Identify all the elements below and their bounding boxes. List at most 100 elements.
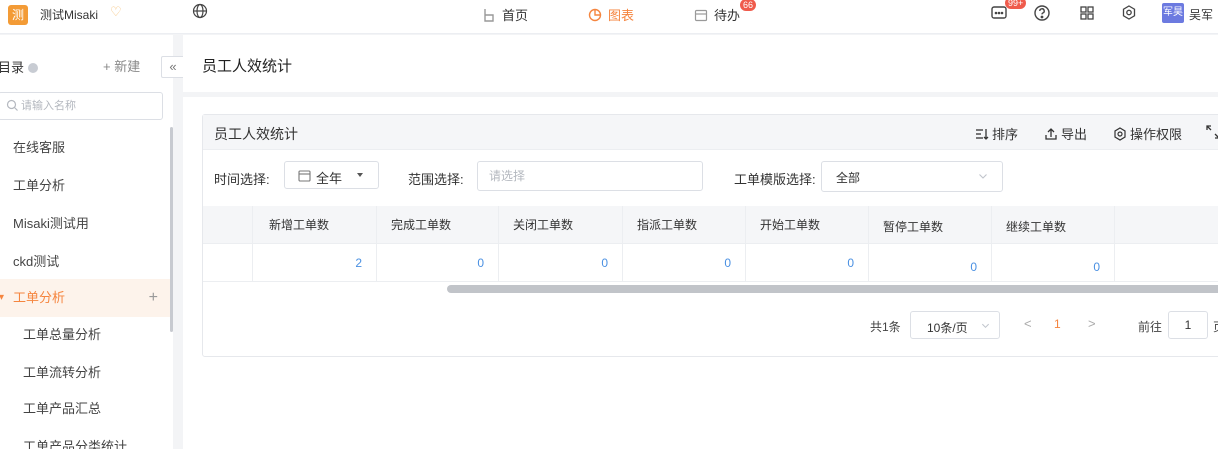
calendar-icon <box>694 9 708 21</box>
scope-select[interactable]: 请选择 <box>477 161 703 191</box>
app-logo[interactable]: 测 <box>8 5 28 25</box>
next-page-button[interactable]: > <box>1088 316 1096 331</box>
user-name[interactable]: 吴军 <box>1189 6 1213 23</box>
table-header-cell <box>203 206 253 244</box>
sidebar-item-label: Misaki测试用 <box>13 216 89 231</box>
time-select-value: 全年 <box>316 171 343 186</box>
sidebar-item-ticket-analysis[interactable]: 工单分析 <box>0 167 170 205</box>
sidebar-item-ticket-flow[interactable]: 工单流转分析 <box>0 354 170 392</box>
panel-title: 员工人效统计 <box>214 126 298 142</box>
template-select[interactable]: 全部 <box>821 161 1003 192</box>
table-horizontal-scrollbar[interactable] <box>447 285 1218 293</box>
plus-icon[interactable]: + <box>149 279 158 317</box>
nav-chart-label: 图表 <box>608 8 635 23</box>
table-cell[interactable]: 0 <box>869 244 992 282</box>
search-icon <box>6 99 18 111</box>
table-header-cell: 关闭工单数 <box>499 206 623 244</box>
sidebar-item-online-service[interactable]: 在线客服 <box>0 129 170 167</box>
table-header-cell: 完成工单数 <box>377 206 499 244</box>
table-cell <box>1115 244 1218 282</box>
time-filter-label: 时间选择: <box>214 172 270 187</box>
sidebar-title: 目录 <box>0 57 39 76</box>
sidebar-item-label: 工单产品汇总 <box>23 401 102 416</box>
sidebar-item-label: ckd测试 <box>13 254 60 269</box>
sidebar-item-label: 工单流转分析 <box>23 365 102 380</box>
page-size-select[interactable]: 10条/页 <box>910 311 1000 339</box>
template-filter-label: 工单模版选择: <box>734 172 816 187</box>
time-select[interactable]: 全年 <box>284 161 379 189</box>
sidebar-item-ticket-analysis-active[interactable]: ▾ 工单分析 + <box>0 279 170 317</box>
export-button[interactable]: 导出 <box>1044 124 1087 143</box>
page-header: 员工人效统计 <box>183 35 1218 92</box>
table-header: 新增工单数 完成工单数 关闭工单数 指派工单数 开始工单数 暂停工单数 继续工单… <box>203 206 1218 244</box>
settings-icon <box>1114 126 1126 141</box>
sidebar-item-label: 工单总量分析 <box>23 327 102 342</box>
goto-label: 前往 <box>1138 320 1163 334</box>
sidebar-item-ticket-product-category[interactable]: 工单产品分类统计 <box>0 428 170 449</box>
page-title: 员工人效统计 <box>202 58 293 75</box>
table-cell[interactable]: 0 <box>992 244 1115 282</box>
export-icon <box>1045 127 1057 140</box>
nav-todo[interactable]: 待办 <box>694 5 740 24</box>
help-dot-icon[interactable] <box>28 63 39 73</box>
table-row[interactable]: 2 0 0 0 0 0 0 <box>203 244 1218 282</box>
collapse-sidebar-button[interactable]: « <box>161 56 185 78</box>
total-count: 共1条 <box>870 320 901 334</box>
goto-page-input[interactable]: 1 <box>1168 311 1208 339</box>
table-header-cell: 暂停工单数 <box>869 206 992 244</box>
table-header-cell <box>1115 206 1218 244</box>
permission-label: 操作权限 <box>1130 127 1183 142</box>
table-cell[interactable]: 2 <box>253 244 377 282</box>
table-header-cell: 新增工单数 <box>253 206 377 244</box>
caret-down-icon: ▾ <box>0 292 5 303</box>
sort-icon <box>976 128 989 140</box>
pagination: 共1条 10条/页 < 1 > 前往 1 页 <box>203 311 1218 339</box>
search-input[interactable] <box>21 97 156 115</box>
home-icon <box>484 8 494 22</box>
chevron-down-icon <box>979 174 987 179</box>
template-select-value: 全部 <box>836 171 861 185</box>
table-cell[interactable]: 0 <box>623 244 746 282</box>
table-cell[interactable]: 0 <box>746 244 869 282</box>
table-cell[interactable]: 0 <box>499 244 623 282</box>
sidebar: 目录 + 新建 « 在线客服 工单分析 Misaki测试用 ckd测试 ▾ 工单… <box>0 35 185 449</box>
sidebar-item-ticket-product-summary[interactable]: 工单产品汇总 <box>0 390 170 428</box>
report-panel: 员工人效统计 排序 导出 操作权限 时间选择: 全年 范围选择: 请选择 工单模… <box>202 114 1218 357</box>
panel-header: 员工人效统计 排序 导出 操作权限 <box>203 115 1218 150</box>
sidebar-title-text: 目录 <box>0 60 25 75</box>
stats-table: 新增工单数 完成工单数 关闭工单数 指派工单数 开始工单数 暂停工单数 继续工单… <box>203 206 1218 282</box>
export-label: 导出 <box>1061 127 1088 142</box>
nav-chart[interactable]: 图表 <box>588 5 634 24</box>
filter-row: 时间选择: 全年 范围选择: 请选择 工单模版选择: 全部 <box>203 158 1218 194</box>
sidebar-item-label: 工单分析 <box>13 290 66 305</box>
sidebar-item-label: 工单产品分类统计 <box>23 439 128 449</box>
sort-button[interactable]: 排序 <box>975 124 1018 143</box>
goto-suffix: 页 <box>1213 318 1218 335</box>
top-bar: 测 测试Misaki ♡ 首页 图表 待办 66 99+ 军昊 吴军 <box>0 0 1218 34</box>
new-button[interactable]: + 新建 <box>103 56 140 75</box>
page-size-value: 10条/页 <box>927 321 968 335</box>
app-name[interactable]: 测试Misaki <box>40 6 98 23</box>
sidebar-item-ticket-total[interactable]: 工单总量分析 <box>0 316 170 354</box>
table-cell[interactable]: 0 <box>377 244 499 282</box>
sidebar-item-ckd-test[interactable]: ckd测试 <box>0 243 170 281</box>
fullscreen-icon[interactable] <box>1206 125 1218 139</box>
sidebar-scrollbar[interactable] <box>170 127 173 332</box>
current-page[interactable]: 1 <box>1054 317 1061 331</box>
pie-chart-icon <box>588 8 602 21</box>
help-icon[interactable] <box>1033 4 1051 22</box>
diamond-icon: ♡ <box>110 4 122 19</box>
gear-icon[interactable] <box>1120 4 1138 22</box>
table-cell <box>203 244 253 282</box>
avatar[interactable]: 军昊 <box>1162 3 1184 23</box>
table-header-cell: 开始工单数 <box>746 206 869 244</box>
sidebar-item-misaki-test[interactable]: Misaki测试用 <box>0 205 170 243</box>
calendar-icon <box>298 170 311 182</box>
globe-icon[interactable] <box>192 3 208 19</box>
permission-button[interactable]: 操作权限 <box>1113 124 1182 143</box>
nav-home[interactable]: 首页 <box>482 5 528 24</box>
chevron-down-icon <box>981 323 990 329</box>
prev-page-button[interactable]: < <box>1024 316 1032 331</box>
sort-label: 排序 <box>992 127 1019 142</box>
grid-icon[interactable] <box>1078 4 1096 22</box>
